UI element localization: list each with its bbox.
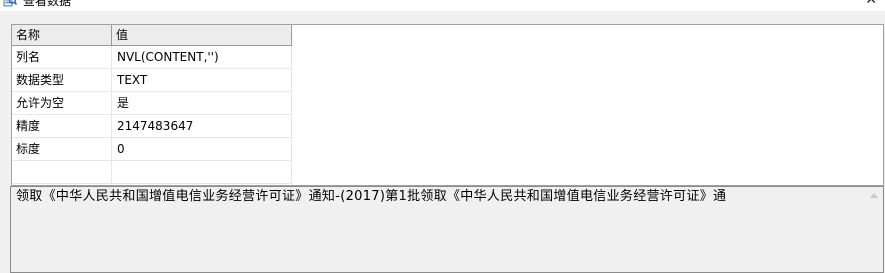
- row-value: NVL(CONTENT,''): [112, 46, 292, 68]
- row-value: 2147483647: [112, 115, 292, 137]
- row-name: [12, 161, 112, 183]
- column-header-name[interactable]: 名称: [12, 25, 112, 46]
- vertical-scrollbar[interactable]: [866, 187, 883, 272]
- row-value: TEXT: [112, 69, 292, 91]
- table-row[interactable]: 列名 NVL(CONTENT,''): [12, 46, 292, 69]
- row-name: 允许为空: [12, 92, 112, 114]
- column-header-value[interactable]: 值: [112, 25, 292, 46]
- magnifier-data-icon: [3, 0, 18, 8]
- dialog-client-area: 名称 值 列名 NVL(CONTENT,'') 数据类型 TEXT 允许为空 是…: [0, 11, 885, 273]
- table-row[interactable]: 精度 2147483647: [12, 115, 292, 138]
- table-row[interactable]: 允许为空 是: [12, 92, 292, 115]
- row-name: 列名: [12, 46, 112, 68]
- column-header-value-label: 值: [116, 28, 129, 42]
- scroll-up-arrow-icon[interactable]: [870, 193, 878, 198]
- row-value: 是: [112, 92, 292, 114]
- row-value: 0: [112, 138, 292, 160]
- table-row[interactable]: 数据类型 TEXT: [12, 69, 292, 92]
- title-bar: 查看数据 ✕: [0, 0, 885, 11]
- value-detail-textarea[interactable]: 领取《中华人民共和国增值电信业务经营许可证》通知-(2017)第1批领取《中华人…: [10, 186, 884, 273]
- column-header-name-label: 名称: [16, 28, 41, 42]
- row-name: 精度: [12, 115, 112, 137]
- window-title: 查看数据: [23, 0, 72, 8]
- row-value: [112, 161, 292, 183]
- property-grid[interactable]: 名称 值 列名 NVL(CONTENT,'') 数据类型 TEXT 允许为空 是…: [11, 24, 884, 186]
- table-row[interactable]: 标度 0: [12, 138, 292, 161]
- close-icon[interactable]: ✕: [865, 0, 877, 7]
- row-name: 标度: [12, 138, 112, 160]
- row-name: 数据类型: [12, 69, 112, 91]
- value-detail-text: 领取《中华人民共和国增值电信业务经营许可证》通知-(2017)第1批领取《中华人…: [16, 189, 727, 204]
- table-row-empty[interactable]: [12, 161, 292, 184]
